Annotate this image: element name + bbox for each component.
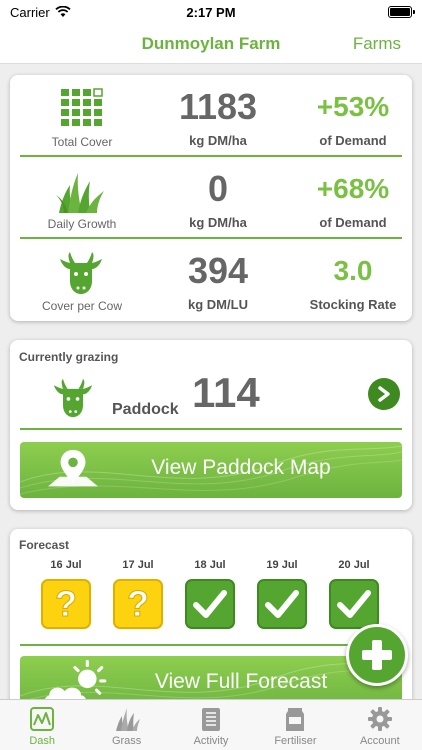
- unknown-status-icon: ?: [113, 579, 163, 629]
- forecast-day[interactable]: 17 Jul ?: [110, 559, 166, 629]
- section-title: Currently grazing: [19, 350, 119, 364]
- question-glyph: ?: [127, 583, 150, 624]
- section-title: Forecast: [19, 538, 70, 552]
- metric-secondary-label: of Demand: [319, 215, 387, 230]
- forecast-date: 17 Jul: [122, 559, 154, 571]
- fertiliser-bag-icon: [286, 708, 305, 731]
- metric-secondary-label: Stocking Rate: [309, 297, 397, 312]
- divider: [20, 428, 402, 430]
- tab-label: Account: [359, 735, 400, 747]
- unknown-status-icon: ?: [41, 579, 91, 629]
- forecast-date: 18 Jul: [194, 559, 226, 571]
- tab-fertiliser[interactable]: Fertiliser: [253, 700, 337, 750]
- tab-dash[interactable]: Dash: [0, 700, 84, 750]
- forecast-date: 19 Jul: [266, 559, 298, 571]
- forecast-days: 16 Jul ? 17 Jul ? 18 Jul 19 Jul 20 Jul: [10, 559, 412, 639]
- grid-icon: [61, 88, 103, 126]
- tab-label: Fertiliser: [274, 735, 317, 747]
- currently-grazing-card: Currently grazing Paddock 114 View Paddo…: [10, 340, 412, 510]
- forecast-day[interactable]: 16 Jul ?: [38, 559, 94, 629]
- tab-activity[interactable]: Activity: [169, 700, 253, 750]
- metric-value: 0: [207, 168, 229, 209]
- tab-grass[interactable]: Grass: [84, 700, 168, 750]
- metric-label: Total Cover: [51, 135, 113, 149]
- metric-row-total-cover[interactable]: Total Cover 1183 kg DM/ha +53% of Demand: [20, 77, 402, 157]
- paddock-label: Paddock: [112, 401, 179, 418]
- tab-label: Grass: [111, 735, 142, 747]
- battery-icon: [388, 6, 415, 18]
- chevron-right-icon: [378, 386, 390, 402]
- tab-account[interactable]: Account: [338, 700, 422, 750]
- grass-icon: [115, 708, 140, 731]
- dashboard-icon: [30, 707, 55, 731]
- metric-value: 1183: [178, 86, 258, 127]
- gear-icon: [367, 707, 392, 731]
- forecast-day[interactable]: 19 Jul: [254, 559, 310, 629]
- forecast-day[interactable]: 20 Jul: [326, 559, 382, 629]
- checkmark-icon: [185, 579, 235, 629]
- forecast-day[interactable]: 18 Jul: [182, 559, 238, 629]
- metric-secondary-value: +53%: [316, 91, 390, 122]
- metric-unit: kg DM/LU: [188, 297, 248, 312]
- farms-button[interactable]: Farms: [353, 34, 401, 54]
- metric-unit: kg DM/ha: [189, 215, 247, 230]
- metric-secondary-label: of Demand: [319, 133, 387, 148]
- view-paddock-map-button[interactable]: View Paddock Map: [20, 442, 402, 498]
- cow-icon: [53, 378, 93, 418]
- button-label: View Paddock Map: [151, 456, 331, 479]
- clipboard-icon: [202, 708, 221, 731]
- forecast-date: 20 Jul: [338, 559, 370, 571]
- forecast-card: Forecast 16 Jul ? 17 Jul ? 18 Jul 19 Jul…: [10, 529, 412, 719]
- forecast-date: 16 Jul: [50, 559, 82, 571]
- divider: [20, 644, 402, 646]
- navigation-bar: Dunmoylan Farm Farms: [0, 24, 422, 64]
- status-bar: Carrier 2:17 PM: [0, 0, 422, 24]
- checkmark-icon: [257, 579, 307, 629]
- status-time: 2:17 PM: [186, 4, 236, 20]
- metric-secondary-value: +68%: [316, 173, 390, 204]
- paddock-details-button[interactable]: [368, 378, 400, 410]
- metric-label: Cover per Cow: [41, 299, 123, 313]
- tab-label: Activity: [193, 735, 229, 747]
- metric-row-cover-per-cow[interactable]: Cover per Cow 394 kg DM/LU 3.0 Stocking …: [20, 241, 402, 321]
- question-glyph: ?: [55, 583, 78, 624]
- metric-unit: kg DM/ha: [189, 133, 247, 148]
- plus-icon: [362, 640, 392, 670]
- paddock-number: 114: [192, 369, 260, 416]
- cow-icon: [60, 252, 102, 294]
- metric-value: 394: [187, 250, 249, 291]
- tab-label: Dash: [29, 735, 56, 747]
- add-button[interactable]: [346, 624, 408, 686]
- metrics-card: Total Cover 1183 kg DM/ha +53% of Demand…: [10, 75, 412, 321]
- metric-secondary-value: 3.0: [333, 255, 373, 286]
- checkmark-icon: [329, 579, 379, 629]
- grass-icon: [56, 173, 104, 213]
- metric-row-daily-growth[interactable]: Daily Growth 0 kg DM/ha +68% of Demand: [20, 159, 402, 239]
- metric-label: Daily Growth: [47, 217, 117, 231]
- tab-bar: Dash Grass Activity Fertiliser Account: [0, 699, 422, 750]
